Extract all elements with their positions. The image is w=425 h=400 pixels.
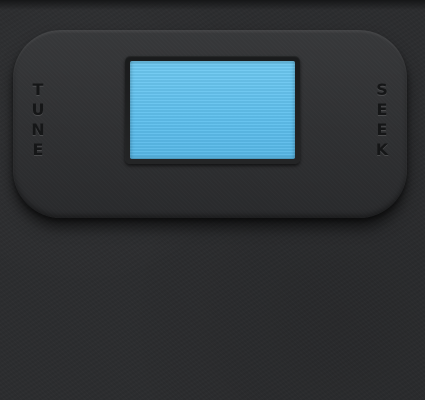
- label-letter: E: [32, 140, 44, 159]
- display-bezel: [125, 56, 300, 164]
- label-letter: N: [31, 120, 45, 139]
- label-letter: E: [376, 120, 388, 139]
- seek-control[interactable]: SEEK: [372, 80, 392, 160]
- label-letter: S: [376, 80, 388, 99]
- label-letter: U: [31, 100, 45, 119]
- tune-control[interactable]: TUNE: [28, 80, 48, 160]
- label-letter: T: [32, 80, 44, 99]
- display-screen: [130, 61, 295, 159]
- label-letter: E: [376, 100, 388, 119]
- top-edge-shadow: [0, 0, 425, 10]
- label-letter: K: [375, 140, 389, 159]
